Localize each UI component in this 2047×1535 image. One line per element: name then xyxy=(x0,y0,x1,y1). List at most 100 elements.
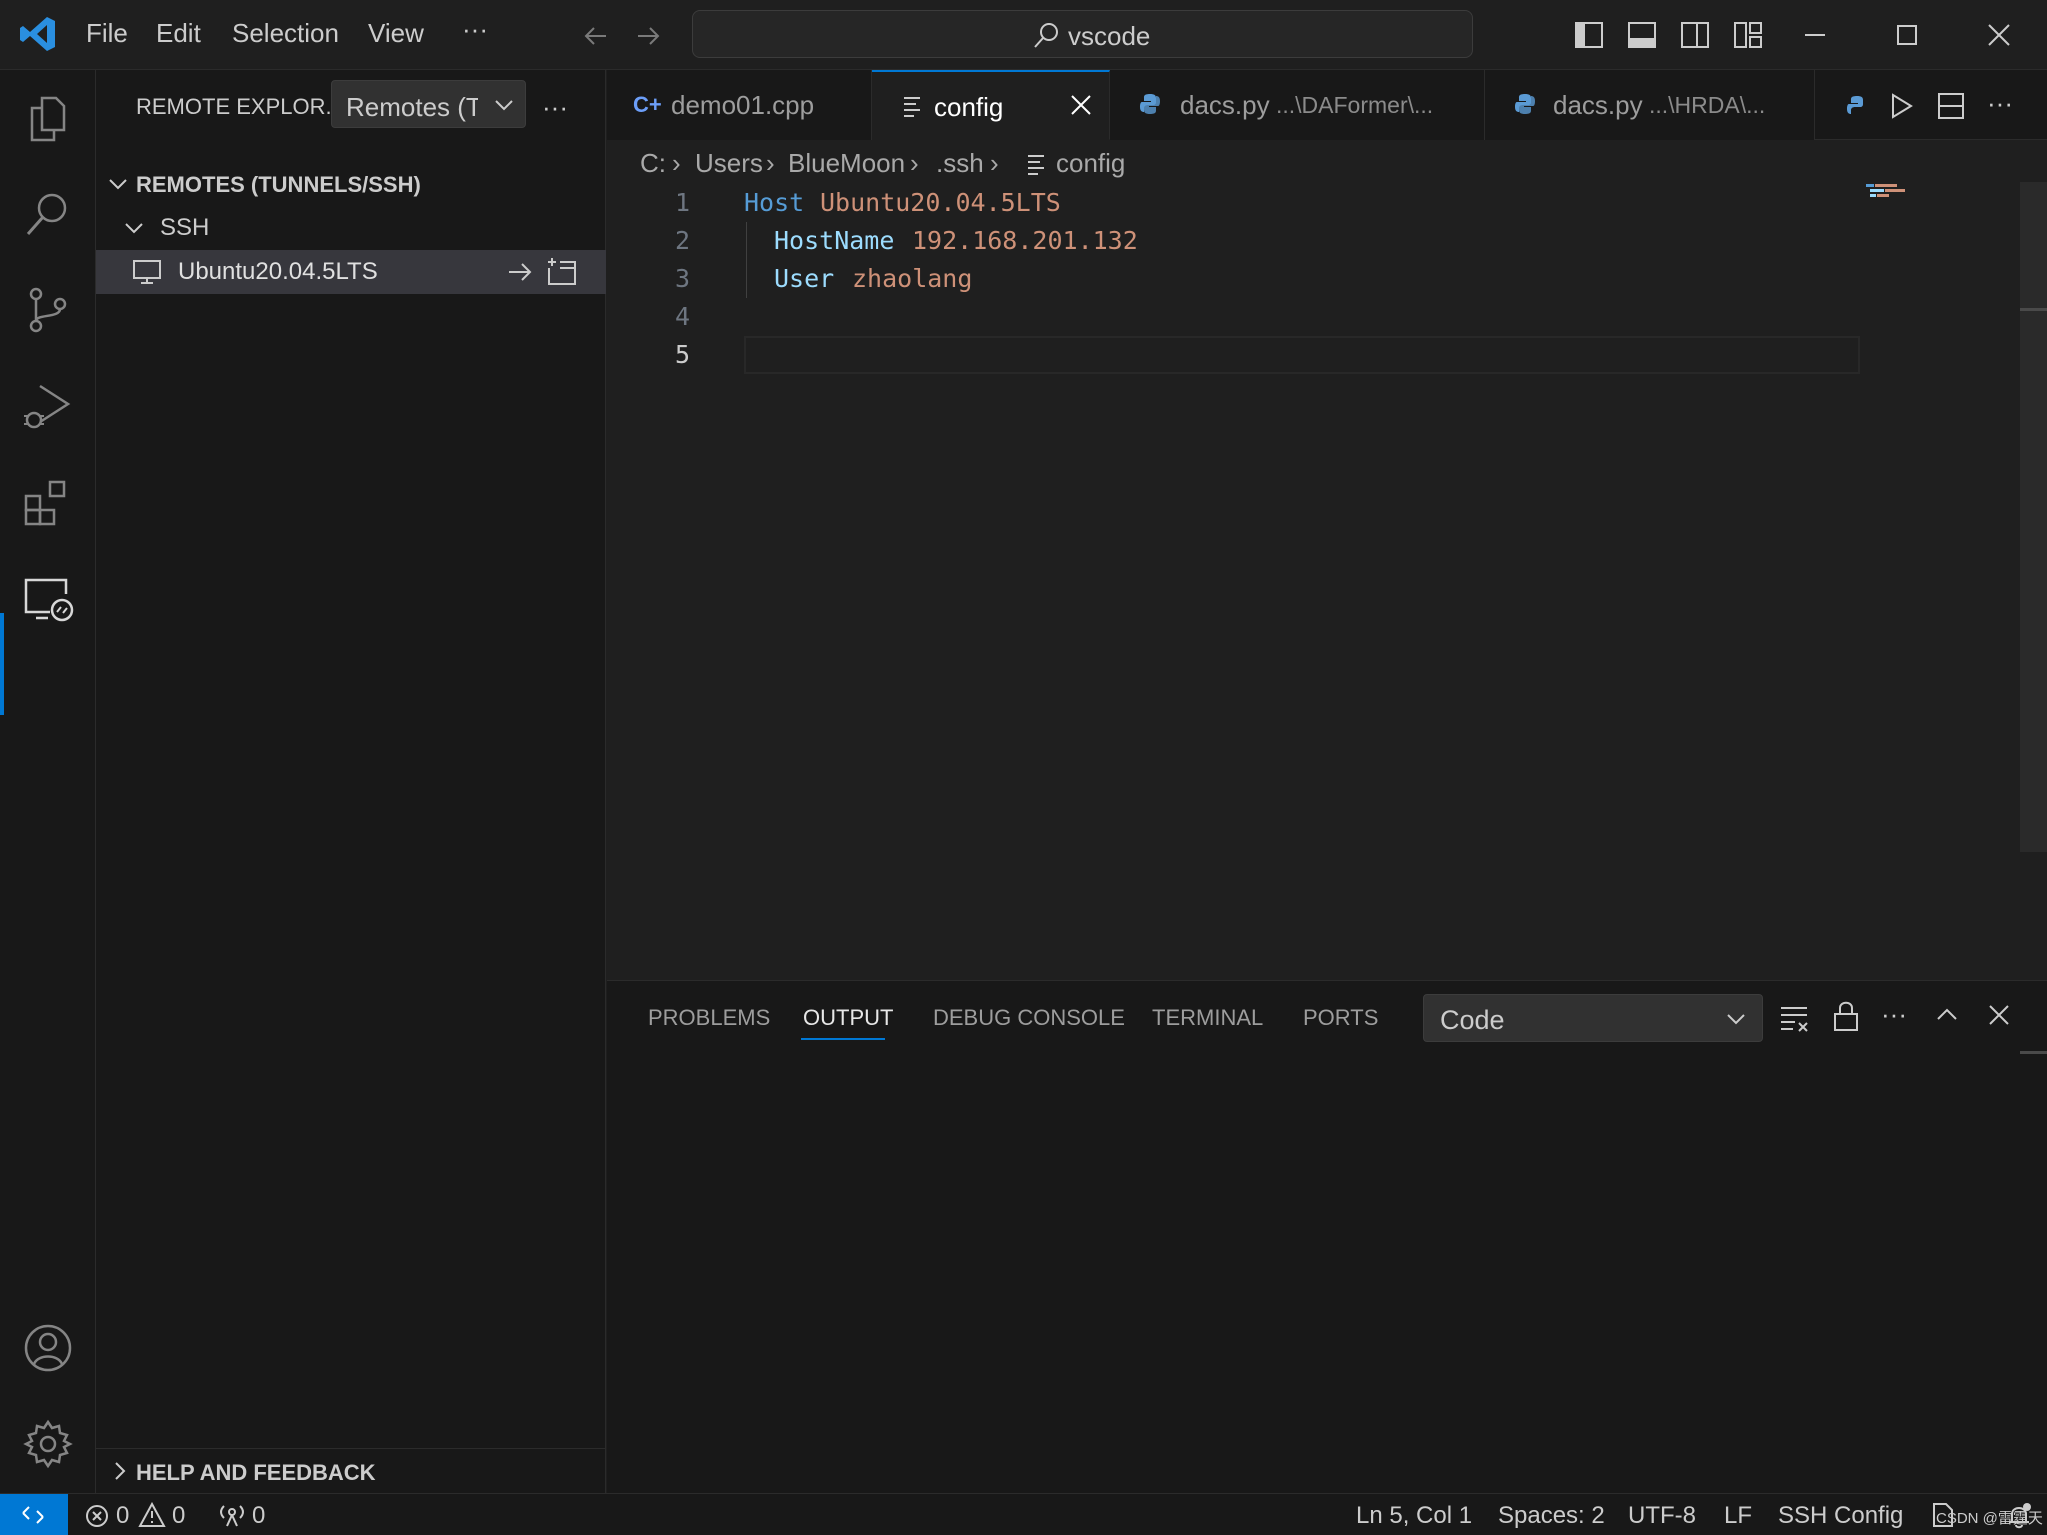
open-new-window-icon[interactable] xyxy=(546,256,578,288)
chevron-down-icon xyxy=(122,216,146,240)
remotes-dropdown-value: Remotes (Tunnels/SSH) xyxy=(346,92,478,122)
extensions-icon[interactable] xyxy=(20,474,76,530)
remotes-dropdown[interactable]: Remotes (Tunnels/SSH) xyxy=(331,80,526,128)
run-debug-icon[interactable] xyxy=(20,378,76,434)
run-play-icon[interactable] xyxy=(1887,92,1915,120)
menu-more[interactable]: ··· xyxy=(462,14,488,45)
close-icon[interactable] xyxy=(1068,92,1094,118)
section-help-feedback[interactable]: HELP AND FEEDBACK xyxy=(96,1448,606,1492)
split-editor-icon[interactable] xyxy=(1937,92,1965,120)
tree-item-ssh[interactable]: SSH xyxy=(96,206,606,250)
more-actions-icon[interactable]: ··· xyxy=(1881,999,1907,1030)
tab-demo01-cpp[interactable]: C+ demo01.cpp xyxy=(607,70,872,140)
ports-count[interactable]: 0 xyxy=(252,1502,265,1530)
tree-item-host[interactable]: Ubuntu20.04.5LTS xyxy=(96,250,606,294)
panel-tab-terminal[interactable]: TERMINAL xyxy=(1152,1005,1263,1031)
encoding[interactable]: UTF-8 xyxy=(1628,1502,1696,1530)
close-window-icon[interactable] xyxy=(1984,20,2014,50)
remote-indicator-button[interactable] xyxy=(0,1494,68,1535)
section-remotes[interactable]: REMOTES (TUNNELS/SSH) xyxy=(96,162,606,206)
tab-dacs-daformer[interactable]: dacs.py ...\DAFormer\... xyxy=(1110,70,1485,140)
panel-tab-output[interactable]: OUTPUT xyxy=(803,1005,893,1031)
remote-explorer-icon[interactable] xyxy=(20,570,76,626)
explorer-icon[interactable] xyxy=(20,90,76,146)
chevron-right-icon: › xyxy=(990,148,999,178)
source-control-icon[interactable] xyxy=(20,282,76,338)
clear-output-icon[interactable] xyxy=(1779,1003,1811,1033)
chevron-up-icon[interactable] xyxy=(1933,1001,1961,1029)
tab-label: dacs.py xyxy=(1180,90,1270,120)
indentation[interactable]: Spaces: 2 xyxy=(1498,1502,1605,1530)
chevron-right-icon: › xyxy=(766,148,775,178)
remote-indicator-icon xyxy=(20,1502,46,1528)
current-line-highlight xyxy=(744,336,1860,374)
breadcrumb-users[interactable]: Users xyxy=(695,148,763,179)
toggle-primary-sidebar-icon[interactable] xyxy=(1574,20,1604,50)
code-host-keyword: Host xyxy=(744,188,805,217)
search-view-icon[interactable] xyxy=(20,186,76,242)
more-actions-icon[interactable]: ··· xyxy=(542,92,568,123)
panel-tab-problems[interactable]: PROBLEMS xyxy=(648,1005,770,1031)
menu-view[interactable]: View xyxy=(368,18,424,49)
forward-arrow-icon[interactable] xyxy=(632,20,664,52)
maximize-window-icon[interactable] xyxy=(1892,20,1922,50)
menu-edit[interactable]: Edit xyxy=(156,18,201,49)
warning-icon xyxy=(138,1502,166,1528)
help-section-title: HELP AND FEEDBACK xyxy=(136,1460,376,1485)
indent-guide xyxy=(746,222,747,298)
lock-icon[interactable] xyxy=(1831,999,1861,1033)
end-of-line[interactable]: LF xyxy=(1724,1502,1752,1530)
output-channel-select[interactable]: Code xyxy=(1423,994,1763,1042)
back-arrow-icon[interactable] xyxy=(580,20,612,52)
tab-config[interactable]: config xyxy=(872,70,1110,140)
gear-icon[interactable] xyxy=(20,1416,76,1472)
close-panel-icon[interactable] xyxy=(1985,1001,2013,1029)
remote-explorer-sidebar: REMOTE EXPLOR... Remotes (Tunnels/SSH) ·… xyxy=(96,70,606,1493)
cursor-position[interactable]: Ln 5, Col 1 xyxy=(1356,1502,1472,1530)
code-editor[interactable] xyxy=(607,180,2047,980)
search-icon xyxy=(1031,21,1061,51)
connect-arrow-icon[interactable] xyxy=(506,258,534,286)
bottom-panel: PROBLEMS OUTPUT DEBUG CONSOLE TERMINAL P… xyxy=(607,980,2047,1493)
line-number: 4 xyxy=(674,302,690,331)
line-number: 1 xyxy=(674,188,690,217)
customize-layout-icon[interactable] xyxy=(1733,20,1763,50)
minimap[interactable] xyxy=(1866,182,1916,198)
panel-tab-ports[interactable]: PORTS xyxy=(1303,1005,1378,1031)
activity-bar xyxy=(0,70,96,1493)
tab-label: config xyxy=(934,92,1004,122)
error-count[interactable]: 0 xyxy=(116,1502,129,1530)
minimize-window-icon[interactable] xyxy=(1800,20,1830,50)
command-center-search[interactable]: vscode xyxy=(692,10,1473,58)
warning-count[interactable]: 0 xyxy=(172,1502,185,1530)
breadcrumb-drive[interactable]: C: xyxy=(640,148,666,179)
breadcrumb-bluemoon[interactable]: BlueMoon xyxy=(788,148,905,179)
menu-file[interactable]: File xyxy=(86,18,128,49)
tree-item-label: SSH xyxy=(160,214,210,241)
language-mode[interactable]: SSH Config xyxy=(1778,1502,1903,1530)
host-name: Ubuntu20.04.5LTS xyxy=(178,258,378,285)
panel-tab-debug-console[interactable]: DEBUG CONSOLE xyxy=(933,1005,1125,1031)
more-actions-icon[interactable]: ··· xyxy=(1987,88,2013,119)
panel-scrollbar[interactable] xyxy=(2020,1051,2047,1054)
python-run-icon[interactable] xyxy=(1845,94,1869,118)
python-file-icon xyxy=(1138,92,1162,116)
toggle-panel-icon[interactable] xyxy=(1627,20,1657,50)
editor-scrollbar[interactable] xyxy=(2020,182,2047,852)
tab-label: demo01.cpp xyxy=(671,90,815,120)
cpp-file-icon: C+ xyxy=(633,92,662,117)
menu-selection[interactable]: Selection xyxy=(232,18,339,49)
editor-tab-bar: C+ demo01.cpp config dacs.py ...\DAForme… xyxy=(607,70,2047,140)
toggle-secondary-sidebar-icon[interactable] xyxy=(1680,20,1710,50)
breadcrumb-ssh[interactable]: .ssh xyxy=(936,148,984,179)
chevron-right-icon xyxy=(108,1459,132,1483)
vscode-logo-icon xyxy=(18,14,58,54)
search-text: vscode xyxy=(1068,21,1151,51)
tab-dacs-hrda[interactable]: dacs.py ...\HRDA\... xyxy=(1485,70,1815,140)
file-lines-icon xyxy=(902,94,922,118)
notifications-bell-icon[interactable] xyxy=(2004,1500,2034,1530)
error-icon xyxy=(84,1503,110,1529)
breadcrumb-config[interactable]: config xyxy=(1056,148,1125,179)
monitor-icon xyxy=(132,258,162,286)
accounts-icon[interactable] xyxy=(20,1320,76,1376)
